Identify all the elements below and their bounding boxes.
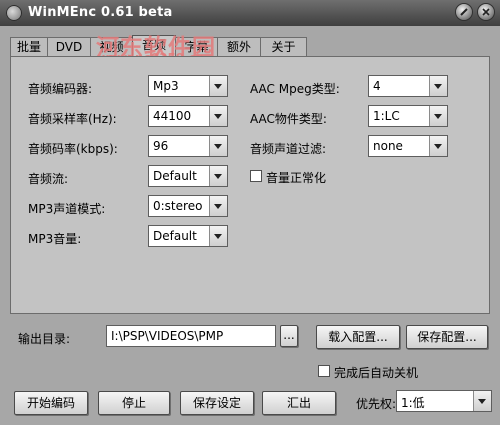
normalize-checkbox[interactable]	[250, 170, 262, 182]
bitrate-select[interactable]: 96	[148, 135, 228, 157]
channel-filter-select[interactable]: none	[368, 135, 448, 157]
stream-label: 音频流:	[28, 172, 69, 186]
normalize-label: 音量正常化	[266, 171, 327, 185]
mp3-channel-mode-label: MP3声道模式:	[28, 202, 106, 216]
stream-select[interactable]: Default	[148, 165, 228, 187]
stop-button[interactable]: 停止	[98, 391, 170, 415]
tab-about[interactable]: 关于	[260, 37, 307, 56]
shutdown-label: 完成后自动关机	[334, 366, 419, 380]
app-window: WinMEnc 0.61 beta 批量 DVD 视频 音频 字幕 额外 关于 …	[0, 0, 500, 425]
samplerate-label: 音频采样率(Hz):	[28, 112, 117, 126]
aac-mpeg-type-label: AAC Mpeg类型:	[250, 82, 340, 96]
chevron-down-icon	[209, 136, 227, 156]
export-button[interactable]: 汇出	[262, 391, 336, 415]
aac-object-type-value: 1:LC	[373, 109, 400, 123]
tab-extra[interactable]: 额外	[217, 37, 261, 56]
chevron-down-icon	[429, 136, 447, 156]
tab-batch[interactable]: 批量	[10, 37, 48, 56]
chevron-down-icon	[209, 166, 227, 186]
title-bar: WinMEnc 0.61 beta	[0, 0, 500, 26]
mp3-volume-select[interactable]: Default	[148, 225, 228, 247]
shutdown-checkbox[interactable]	[318, 365, 330, 377]
tab-dvd[interactable]: DVD	[47, 37, 91, 56]
start-encode-button[interactable]: 开始编码	[14, 391, 88, 415]
aac-mpeg-type-value: 4	[373, 79, 381, 93]
chevron-down-icon	[209, 76, 227, 96]
samplerate-select[interactable]: 44100	[148, 105, 228, 127]
stream-value: Default	[153, 169, 197, 183]
window-title: WinMEnc 0.61 beta	[28, 5, 173, 20]
chevron-down-icon	[209, 196, 227, 216]
channel-filter-value: none	[373, 139, 403, 153]
codec-value: Mp3	[153, 79, 179, 93]
mp3-channel-mode-select[interactable]: 0:stereo	[148, 195, 228, 217]
priority-label: 优先权:	[356, 397, 397, 411]
save-config-button[interactable]: 保存配置...	[406, 325, 488, 349]
bitrate-value: 96	[153, 139, 169, 153]
aac-object-type-select[interactable]: 1:LC	[368, 105, 448, 127]
settings-icon[interactable]	[456, 4, 472, 20]
load-config-button[interactable]: 载入配置...	[316, 325, 400, 349]
chevron-down-icon	[429, 106, 447, 126]
chevron-down-icon	[209, 226, 227, 246]
browse-button[interactable]: ...	[280, 325, 298, 347]
bitrate-label: 音频码率(kbps):	[28, 142, 118, 156]
chevron-down-icon	[473, 391, 491, 411]
codec-select[interactable]: Mp3	[148, 75, 228, 97]
codec-label: 音频编码器:	[28, 82, 93, 96]
chevron-down-icon	[429, 76, 447, 96]
mp3-channel-mode-value: 0:stereo	[153, 199, 203, 213]
output-dir-label: 输出目录:	[18, 332, 71, 346]
save-settings-button[interactable]: 保存设定	[180, 391, 254, 415]
priority-select[interactable]: 1:低	[396, 390, 492, 412]
chevron-down-icon	[209, 106, 227, 126]
output-dir-value: I:\PSP\VIDEOS\PMP	[111, 329, 224, 343]
aac-object-type-label: AAC物件类型:	[250, 112, 327, 126]
priority-value: 1:低	[401, 396, 425, 410]
mp3-volume-label: MP3音量:	[28, 232, 82, 246]
mp3-volume-value: Default	[153, 229, 197, 243]
samplerate-value: 44100	[153, 109, 192, 123]
channel-filter-label: 音频声道过滤:	[250, 142, 327, 156]
aac-mpeg-type-select[interactable]: 4	[368, 75, 448, 97]
output-dir-input[interactable]: I:\PSP\VIDEOS\PMP	[106, 325, 276, 347]
close-icon[interactable]	[478, 4, 494, 20]
app-icon	[6, 5, 22, 21]
